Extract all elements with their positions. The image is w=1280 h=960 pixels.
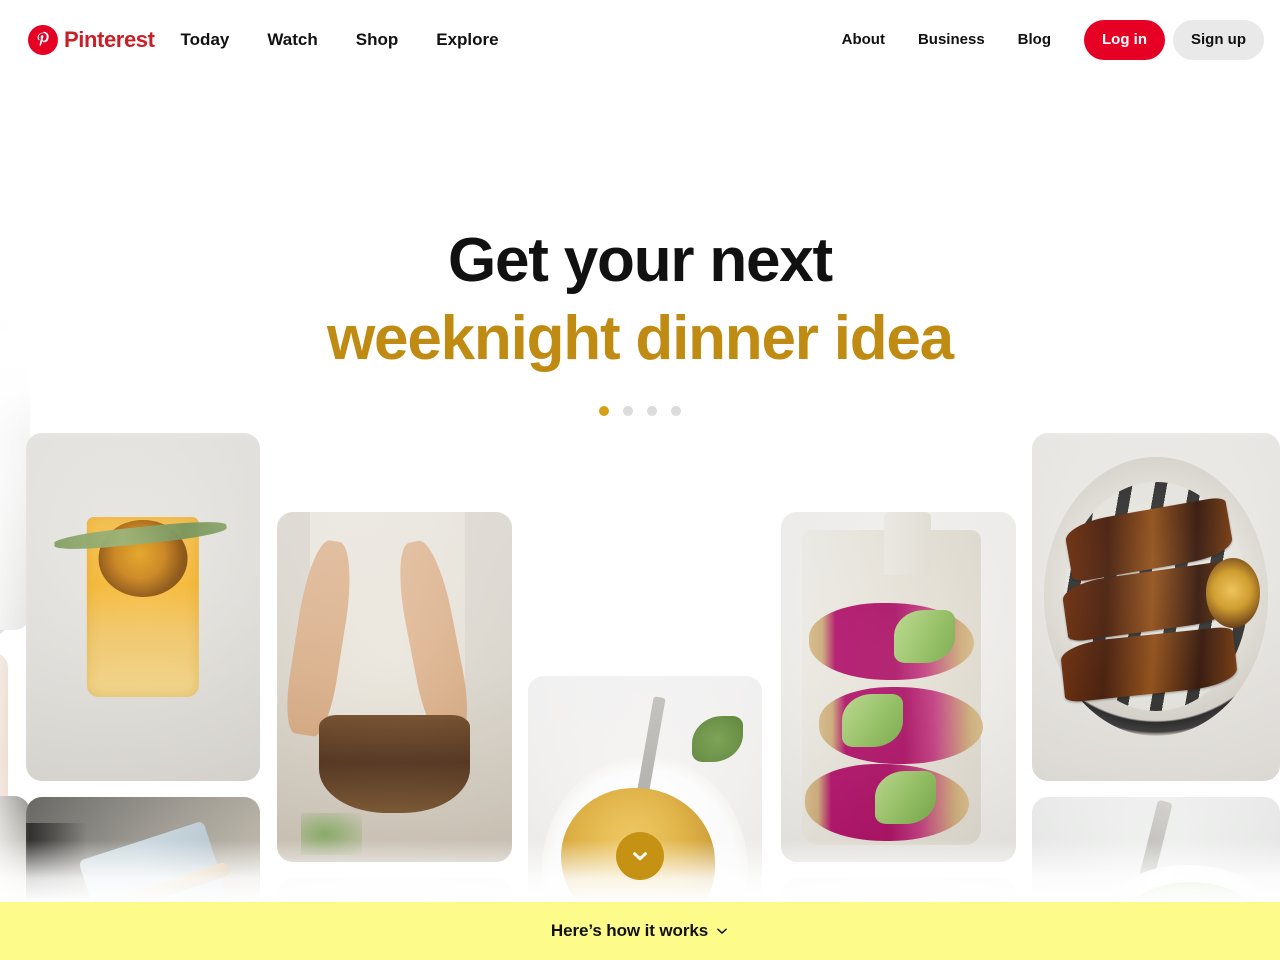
- pin-tile[interactable]: [781, 878, 1016, 902]
- carousel-dot-2[interactable]: [623, 406, 633, 417]
- carousel-dot-4[interactable]: [671, 406, 681, 417]
- pin-tile[interactable]: [781, 512, 1016, 862]
- carousel-dots: [599, 406, 681, 417]
- chevron-down-icon: [715, 924, 729, 938]
- pin-tile[interactable]: [1032, 797, 1280, 902]
- pin-tile[interactable]: [26, 433, 260, 781]
- primary-nav: Today Watch Shop Explore: [181, 22, 499, 58]
- carousel-dot-1[interactable]: [599, 406, 609, 417]
- pin-masonry-grid: [0, 0, 1280, 902]
- how-it-works-bar[interactable]: Here’s how it works: [0, 902, 1280, 960]
- nav-item-about[interactable]: About: [842, 31, 885, 48]
- header-right-group: About Business Blog Log in Sign up: [842, 19, 1280, 60]
- pinterest-logo-link[interactable]: Pinterest: [28, 24, 155, 55]
- how-it-works-label: Here’s how it works: [550, 921, 709, 940]
- scroll-down-button[interactable]: [616, 832, 664, 880]
- pin-tile[interactable]: [26, 797, 260, 902]
- carousel-dot-3[interactable]: [647, 406, 657, 417]
- pin-tile[interactable]: [277, 512, 512, 862]
- nav-item-business[interactable]: Business: [918, 31, 985, 48]
- site-header: Pinterest Today Watch Shop Explore About…: [0, 0, 1280, 79]
- pinterest-p-icon: [28, 24, 58, 55]
- nav-item-watch[interactable]: Watch: [267, 22, 317, 58]
- signup-button[interactable]: Sign up: [1173, 19, 1264, 60]
- pin-tile[interactable]: [277, 878, 512, 902]
- nav-item-today[interactable]: Today: [181, 22, 230, 58]
- chevron-down-icon: [629, 845, 651, 867]
- header-left-group: Pinterest Today Watch Shop Explore: [0, 22, 499, 58]
- nav-item-blog[interactable]: Blog: [1018, 31, 1051, 48]
- login-button[interactable]: Log in: [1084, 19, 1165, 60]
- pin-tile[interactable]: [1032, 433, 1280, 781]
- nav-item-explore[interactable]: Explore: [436, 22, 498, 58]
- pinterest-wordmark: Pinterest: [64, 26, 155, 52]
- nav-item-shop[interactable]: Shop: [356, 22, 399, 58]
